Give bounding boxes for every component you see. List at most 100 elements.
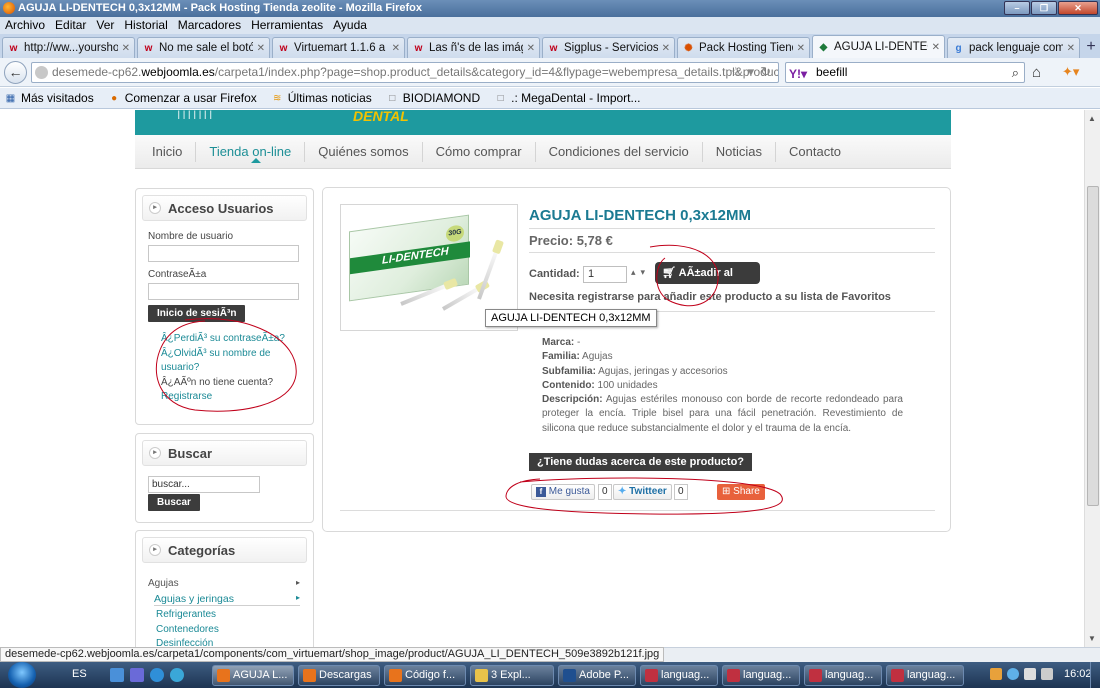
taskbar-task[interactable]: languag... (722, 665, 800, 686)
new-tab-button[interactable]: + (1082, 37, 1100, 58)
subcategory-item[interactable]: Contenedores (156, 623, 219, 638)
tab[interactable]: w Las ñ's de las imáge... ✕ (407, 37, 540, 58)
close-tab-icon[interactable]: ✕ (797, 43, 805, 54)
bookmark-star-icon[interactable]: ☆ (730, 64, 742, 80)
increment-arrow-icon[interactable]: ▴ (631, 267, 641, 277)
tab[interactable]: w Sigplus - Servicios ... ✕ (542, 37, 675, 58)
taskbar-task[interactable]: AGUJA L... (212, 665, 294, 686)
username-input[interactable] (148, 245, 299, 262)
menu-item-ver[interactable]: Ver (96, 17, 114, 34)
tray-volume-icon[interactable] (1024, 668, 1036, 680)
taskbar-task[interactable]: Adobe P... (558, 665, 636, 686)
reload-icon[interactable]: ↻ (760, 64, 771, 80)
search-bar[interactable]: Y!▾ beefill ⌕ (785, 62, 1025, 83)
scrollbar-thumb[interactable] (1087, 186, 1099, 506)
menu-item-marcadores[interactable]: Marcadores (178, 17, 241, 34)
minimize-button[interactable]: – (1004, 1, 1030, 15)
close-tab-icon[interactable]: ✕ (527, 43, 535, 54)
close-tab-icon[interactable]: ✕ (932, 42, 940, 53)
forgot-username-link[interactable]: Â¿OlvidÃ³ su nombre de (161, 347, 285, 362)
dropdown-arrow-icon[interactable]: ▾ (748, 64, 755, 80)
tab[interactable]: ✺ Pack Hosting Tiend... ✕ (677, 37, 810, 58)
quantity-input[interactable]: 1 (583, 266, 627, 283)
password-input[interactable] (148, 283, 299, 300)
bookmark-item[interactable]: ≋ Últimas noticias (271, 88, 372, 108)
vertical-scrollbar[interactable]: ▲ ▼ (1084, 110, 1100, 647)
subcategory-item[interactable]: Desinfección (156, 637, 219, 647)
maximize-button[interactable]: ❐ (1031, 1, 1057, 15)
ask-question-button[interactable]: ¿Tiene dudas acerca de este producto? (529, 453, 753, 471)
site-menu-item[interactable]: Quiénes somos (305, 141, 423, 162)
tab[interactable]: w http://ww...yourshop ✕ (2, 37, 135, 58)
scroll-down-arrow-icon[interactable]: ▼ (1088, 634, 1096, 643)
taskbar-task[interactable]: languag... (804, 665, 882, 686)
tab[interactable]: w Virtuemart 1.1.6 a e... ✕ (272, 37, 405, 58)
menu-item-historial[interactable]: Historial (124, 17, 167, 34)
bookmark-item[interactable]: □ .: MegaDental - Import... (494, 88, 641, 108)
language-indicator[interactable]: ES (72, 668, 87, 680)
login-button[interactable]: Inicio de sesiÃ³n (148, 305, 246, 322)
quantity-stepper[interactable]: ▴▾ (631, 267, 650, 278)
bookmark-item[interactable]: ▦ Más visitados (4, 88, 94, 108)
taskbar-task[interactable]: languag... (640, 665, 718, 686)
close-tab-icon[interactable]: ✕ (1067, 43, 1075, 54)
menu-item-ayuda[interactable]: Ayuda (333, 17, 367, 34)
category-item-active[interactable]: Agujas y jeringas ▸ (154, 593, 300, 606)
site-menu-item[interactable]: Condiciones del servicio (536, 141, 703, 162)
forgot-password-link[interactable]: Â¿PerdiÃ³ su contraseÃ±a? (161, 332, 285, 347)
tray-network-icon[interactable] (1007, 668, 1019, 680)
contents-row: Contenido: 100 unidades (542, 379, 903, 393)
internet-explorer-icon[interactable] (150, 668, 164, 682)
home-icon[interactable]: ⌂ (1032, 64, 1041, 81)
url-prefix: desemede-cp62. (52, 65, 142, 79)
site-menu-item[interactable]: Cómo comprar (423, 141, 536, 162)
back-button[interactable]: ← (4, 61, 27, 84)
menu-item-editar[interactable]: Editar (55, 17, 86, 34)
yahoo-search-engine-icon[interactable]: Y!▾ (789, 65, 807, 84)
register-link[interactable]: Registrarse (161, 390, 285, 405)
decrement-arrow-icon[interactable]: ▾ (641, 267, 651, 277)
show-desktop-button[interactable] (1090, 662, 1100, 688)
site-menu-item[interactable]: Inicio (139, 141, 197, 162)
tab-active[interactable]: ◆ AGUJA LI-DENTEC... ✕ (812, 35, 945, 58)
forgot-username-link-cont[interactable]: usuario? (161, 361, 285, 376)
tab-title: Pack Hosting Tiend... (699, 42, 793, 54)
site-search-input[interactable]: buscar... (148, 476, 260, 493)
close-tab-icon[interactable]: ✕ (122, 43, 130, 54)
site-search-button[interactable]: Buscar (148, 494, 200, 511)
category-item[interactable]: Agujas ▸ (148, 578, 300, 589)
site-identity-icon[interactable] (35, 66, 48, 79)
share-button[interactable]: ⊞ Share (717, 484, 765, 500)
close-window-button[interactable]: ✕ (1058, 1, 1098, 15)
taskbar-task[interactable]: Descargas (298, 665, 380, 686)
close-tab-icon[interactable]: ✕ (392, 43, 400, 54)
bookmark-item[interactable]: □ BIODIAMOND (386, 88, 480, 108)
site-menu-item[interactable]: Noticias (703, 141, 776, 162)
close-tab-icon[interactable]: ✕ (257, 43, 265, 54)
tab[interactable]: w No me sale el botó... ✕ (137, 37, 270, 58)
bookmark-item[interactable]: ● Comenzar a usar Firefox (108, 88, 257, 108)
tray-flag-icon[interactable] (1041, 668, 1053, 680)
menu-item-archivo[interactable]: Archivo (5, 17, 45, 34)
search-icon[interactable]: ⌕ (1012, 63, 1019, 82)
close-tab-icon[interactable]: ✕ (662, 43, 670, 54)
address-bar[interactable]: desemede-cp62.webjoomla.es/carpeta1/inde… (31, 62, 779, 83)
taskbar-task[interactable]: 3 Expl... (470, 665, 554, 686)
switch-windows-icon[interactable] (130, 668, 144, 682)
twitter-button[interactable]: ✦ Twitteer (613, 484, 672, 500)
tab[interactable]: g pack lenguaje com... ✕ (947, 37, 1080, 58)
facebook-like-button[interactable]: f Me gusta (531, 484, 595, 500)
browser-quicklaunch-icon[interactable] (170, 668, 184, 682)
addon-icon[interactable]: ✦▾ (1062, 64, 1079, 80)
tray-app-icon[interactable] (990, 668, 1002, 680)
subcategory-item[interactable]: Refrigerantes (156, 608, 219, 623)
site-menu-item[interactable]: Contacto (776, 142, 854, 162)
taskbar-task-label: AGUJA L... (233, 669, 288, 681)
taskbar-task[interactable]: Código f... (384, 665, 466, 686)
taskbar-task[interactable]: languag... (886, 665, 964, 686)
scroll-up-arrow-icon[interactable]: ▲ (1088, 114, 1096, 123)
menu-item-herramientas[interactable]: Herramientas (251, 17, 323, 34)
add-to-cart-button[interactable]: 🛒︎ AÃ±adir al Carro (655, 262, 760, 301)
start-button[interactable] (8, 662, 36, 688)
show-desktop-icon[interactable] (110, 668, 124, 682)
